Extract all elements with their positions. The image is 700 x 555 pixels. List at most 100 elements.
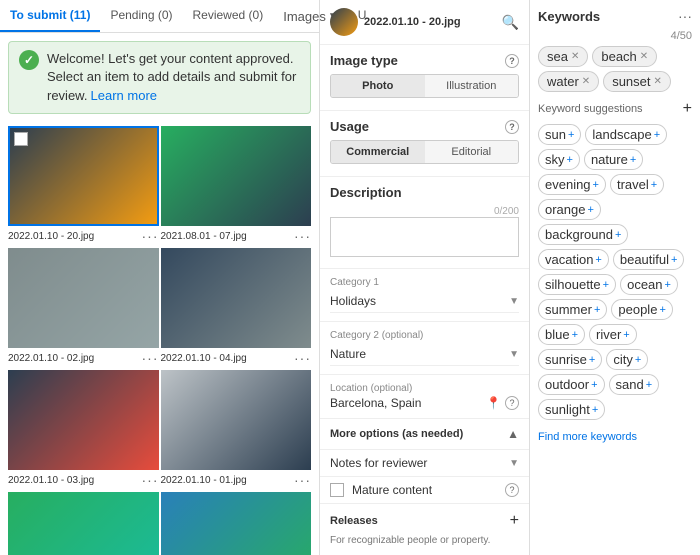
search-icon[interactable]: 🔍 xyxy=(502,14,519,31)
location-info-icon[interactable]: ? xyxy=(505,396,519,410)
image-type-info-icon[interactable]: ? xyxy=(505,54,519,68)
tab-bar: To submit (11) Pending (0) Reviewed (0) … xyxy=(0,0,319,33)
image-thumb[interactable] xyxy=(8,126,159,226)
illustration-toggle[interactable]: Illustration xyxy=(425,75,519,97)
image-menu-icon[interactable]: ··· xyxy=(294,350,311,366)
keyword-tag-remove[interactable]: ✕ xyxy=(640,51,648,62)
image-thumb[interactable] xyxy=(161,126,312,226)
mature-info-icon[interactable]: ? xyxy=(505,483,519,497)
image-menu-icon[interactable]: ··· xyxy=(294,472,311,488)
mature-content-checkbox[interactable] xyxy=(330,483,344,497)
suggestion-add-icon[interactable]: + xyxy=(615,229,621,241)
suggestion-add-icon[interactable]: + xyxy=(593,179,599,191)
suggestion-add-icon[interactable]: + xyxy=(651,179,657,191)
suggestion-tag[interactable]: beautiful+ xyxy=(613,249,685,270)
tab-pending[interactable]: Pending (0) xyxy=(100,0,182,32)
suggestion-tag[interactable]: outdoor+ xyxy=(538,374,605,395)
image-menu-icon[interactable]: ··· xyxy=(294,228,311,244)
suggestion-add-icon[interactable]: + xyxy=(630,154,636,166)
suggestion-tag[interactable]: background+ xyxy=(538,224,628,245)
usage-label: Usage ? xyxy=(330,119,519,134)
suggestion-tag[interactable]: vacation+ xyxy=(538,249,609,270)
suggestion-add-icon[interactable]: + xyxy=(592,404,598,416)
keyword-tag[interactable]: water✕ xyxy=(538,71,599,92)
suggestion-tag[interactable]: travel+ xyxy=(610,174,664,195)
photo-toggle[interactable]: Photo xyxy=(331,75,425,97)
suggestions-add-icon[interactable]: + xyxy=(683,100,692,118)
image-menu-icon[interactable]: ··· xyxy=(142,472,159,488)
image-thumb[interactable] xyxy=(161,248,312,348)
editorial-toggle[interactable]: Editorial xyxy=(425,141,519,163)
usage-info-icon[interactable]: ? xyxy=(505,120,519,134)
image-menu-icon[interactable]: ··· xyxy=(142,228,159,244)
suggestion-tag[interactable]: silhouette+ xyxy=(538,274,616,295)
suggestion-tag[interactable]: summer+ xyxy=(538,299,607,320)
suggestion-add-icon[interactable]: + xyxy=(591,379,597,391)
category2-select[interactable]: Nature ▼ xyxy=(330,343,519,366)
image-item[interactable]: 2022.01.10 - 02.jpg ··· xyxy=(8,248,159,368)
suggestion-tag[interactable]: city+ xyxy=(606,349,648,370)
image-thumb[interactable] xyxy=(161,492,312,555)
suggestion-tag[interactable]: people+ xyxy=(611,299,672,320)
image-menu-icon[interactable]: ··· xyxy=(142,350,159,366)
suggestion-add-icon[interactable]: + xyxy=(671,254,677,266)
suggestion-add-icon[interactable]: + xyxy=(646,379,652,391)
category1-section: Category 1 Holidays ▼ xyxy=(320,269,529,322)
suggestion-add-icon[interactable]: + xyxy=(568,129,574,141)
suggestion-tag[interactable]: sunrise+ xyxy=(538,349,602,370)
releases-add-icon[interactable]: + xyxy=(510,512,519,530)
image-item[interactable]: 2021.08.01 - 07.jpg ··· xyxy=(161,126,312,246)
suggestion-tag[interactable]: orange+ xyxy=(538,199,601,220)
image-thumb[interactable] xyxy=(8,370,159,470)
image-item[interactable]: 2022.01.10 - 20.jpg ··· xyxy=(8,126,159,246)
suggestion-add-icon[interactable]: + xyxy=(587,204,593,216)
suggestion-add-icon[interactable]: + xyxy=(589,354,595,366)
suggestion-add-icon[interactable]: + xyxy=(572,329,578,341)
image-checkbox[interactable] xyxy=(14,132,28,146)
suggestion-tag[interactable]: nature+ xyxy=(584,149,643,170)
suggestion-add-icon[interactable]: + xyxy=(623,329,629,341)
suggestion-tag[interactable]: sunlight+ xyxy=(538,399,605,420)
location-pin-icon[interactable]: 📍 xyxy=(486,396,501,410)
image-item[interactable]: 2021.08.01 - 03.jpg ··· xyxy=(161,492,312,555)
learn-more-link[interactable]: Learn more xyxy=(91,88,157,103)
image-item[interactable]: 2021.08.01 - 04.jpg ··· xyxy=(8,492,159,555)
suggestion-tag[interactable]: ocean+ xyxy=(620,274,678,295)
keywords-menu-icon[interactable]: ··· xyxy=(678,8,692,24)
tab-reviewed[interactable]: Reviewed (0) xyxy=(183,0,274,32)
keyword-tag-remove[interactable]: ✕ xyxy=(582,76,590,87)
suggestion-tag[interactable]: evening+ xyxy=(538,174,606,195)
find-more-keywords-link[interactable]: Find more keywords xyxy=(538,431,637,443)
suggestion-tag[interactable]: blue+ xyxy=(538,324,585,345)
suggestion-add-icon[interactable]: + xyxy=(635,354,641,366)
keyword-tag[interactable]: sunset✕ xyxy=(603,71,671,92)
more-options-toggle[interactable]: More options (as needed) ▲ xyxy=(320,419,529,450)
suggestion-tag[interactable]: river+ xyxy=(589,324,637,345)
suggestion-add-icon[interactable]: + xyxy=(594,304,600,316)
suggestion-add-icon[interactable]: + xyxy=(665,279,671,291)
image-thumb[interactable] xyxy=(8,492,159,555)
suggestion-tag[interactable]: sky+ xyxy=(538,149,580,170)
commercial-toggle[interactable]: Commercial xyxy=(331,141,425,163)
suggestion-add-icon[interactable]: + xyxy=(595,254,601,266)
suggestion-add-icon[interactable]: + xyxy=(654,129,660,141)
description-input[interactable] xyxy=(330,217,519,257)
image-item[interactable]: 2022.01.10 - 04.jpg ··· xyxy=(161,248,312,368)
suggestion-add-icon[interactable]: + xyxy=(567,154,573,166)
keyword-tag[interactable]: beach✕ xyxy=(592,46,657,67)
image-thumb[interactable] xyxy=(161,370,312,470)
notes-for-reviewer-row[interactable]: Notes for reviewer ▼ xyxy=(320,450,529,477)
suggestion-tag[interactable]: landscape+ xyxy=(585,124,667,145)
suggestion-add-icon[interactable]: + xyxy=(659,304,665,316)
suggestion-tag[interactable]: sun+ xyxy=(538,124,581,145)
category1-select[interactable]: Holidays ▼ xyxy=(330,290,519,313)
image-item[interactable]: 2022.01.10 - 03.jpg ··· xyxy=(8,370,159,490)
keyword-tag-remove[interactable]: ✕ xyxy=(654,76,662,87)
suggestion-tag[interactable]: sand+ xyxy=(609,374,660,395)
keyword-tag[interactable]: sea✕ xyxy=(538,46,588,67)
tab-to-submit[interactable]: To submit (11) xyxy=(0,0,100,32)
image-item[interactable]: 2022.01.10 - 01.jpg ··· xyxy=(161,370,312,490)
image-thumb[interactable] xyxy=(8,248,159,348)
suggestion-add-icon[interactable]: + xyxy=(603,279,609,291)
keyword-tag-remove[interactable]: ✕ xyxy=(571,51,579,62)
